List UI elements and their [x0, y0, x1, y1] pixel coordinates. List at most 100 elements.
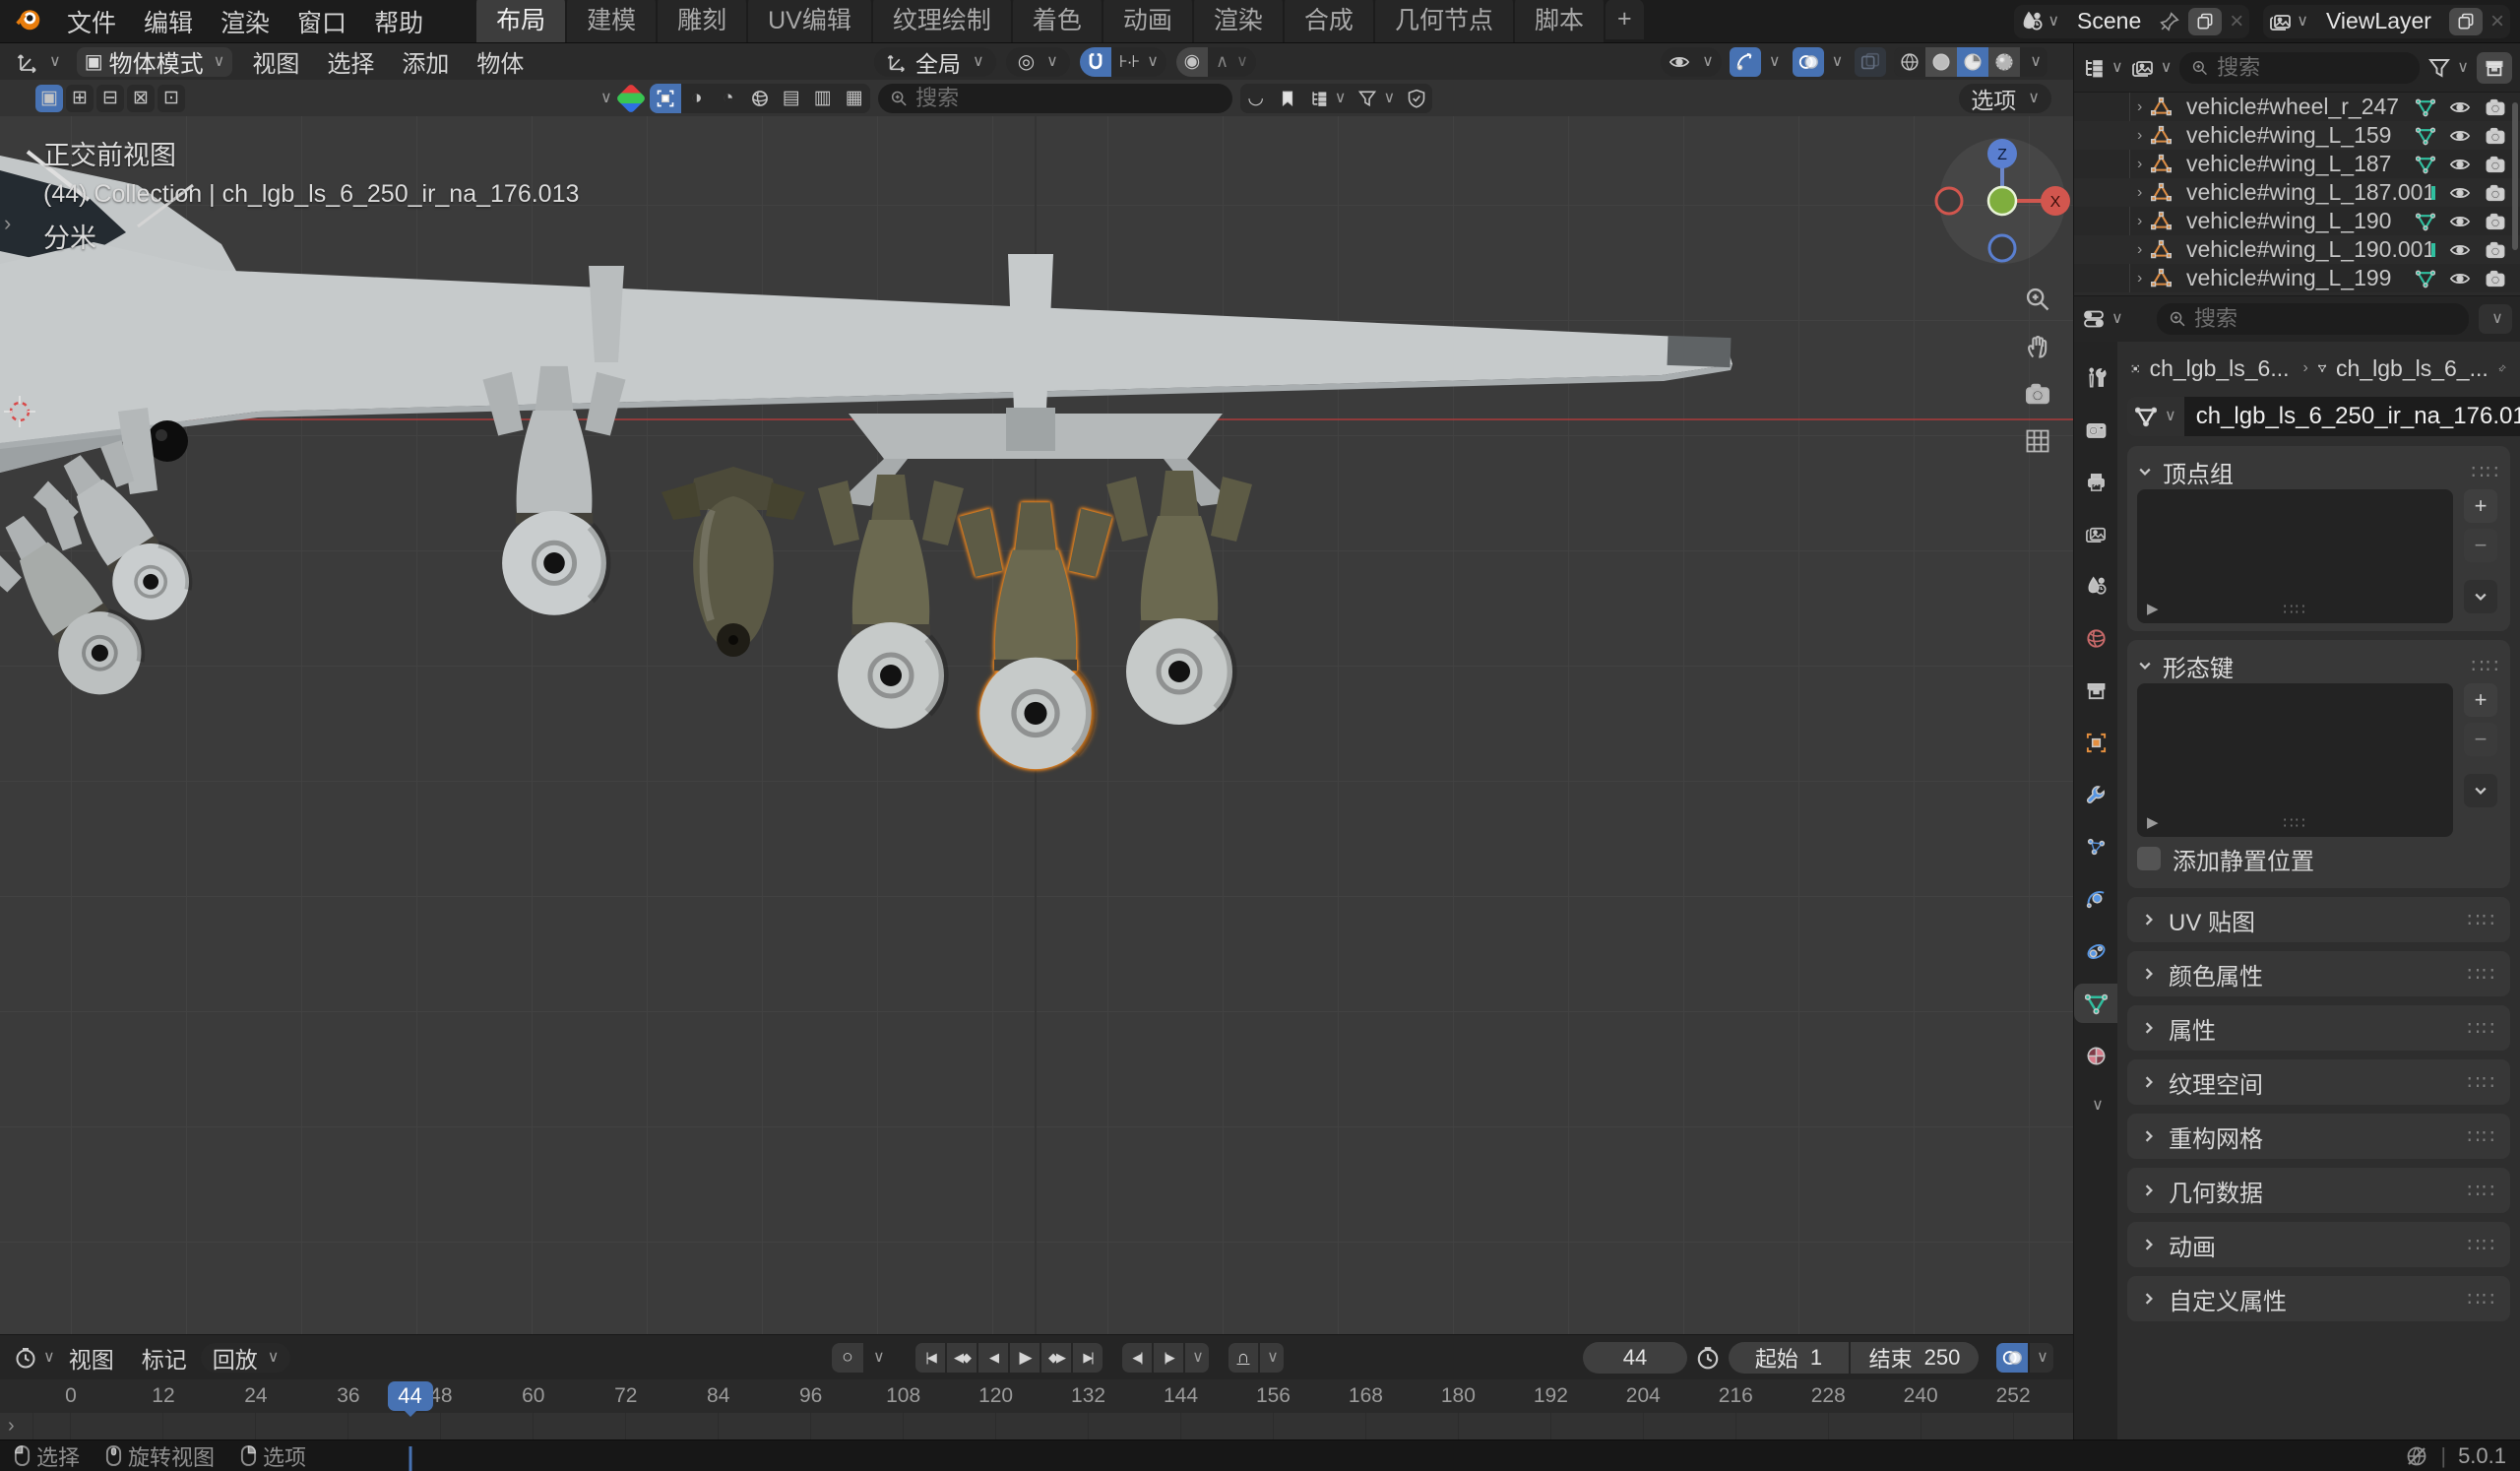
- timeline-track-area[interactable]: ›: [0, 1413, 2073, 1440]
- breadcrumb-object[interactable]: ch_lgb_ls_6...: [2150, 355, 2290, 382]
- datablock-type-dropdown[interactable]: ∨: [2127, 397, 2184, 436]
- panel-drag-dots[interactable]: ∷∷: [2468, 1124, 2496, 1149]
- outliner-scrollbar[interactable]: [2512, 102, 2518, 250]
- texture-slot-button-6[interactable]: ▥: [807, 84, 839, 113]
- hide-eye-icon[interactable]: [2449, 182, 2471, 204]
- jump-to-start-button[interactable]: |◀: [915, 1343, 945, 1373]
- snap-toggle[interactable]: [1080, 47, 1111, 77]
- gizmo-dropdown[interactable]: ∨: [1765, 54, 1785, 70]
- loop-playback-toggle[interactable]: ∩: [1228, 1343, 1258, 1373]
- overlays-dropdown[interactable]: ∨: [1828, 54, 1848, 70]
- render-camera-icon[interactable]: [2485, 154, 2506, 175]
- shape-keys-header[interactable]: 形态键 ∷∷: [2137, 648, 2500, 683]
- outliner-row[interactable]: › vehicle#wing_L_159: [2074, 121, 2520, 150]
- tab-shading[interactable]: 着色: [1013, 0, 1102, 42]
- frame-end-field[interactable]: 结束250: [1851, 1342, 1979, 1374]
- ortho-toggle-icon[interactable]: [2020, 423, 2055, 459]
- section-animation[interactable]: 动画∷∷: [2127, 1222, 2510, 1267]
- render-camera-icon[interactable]: [2485, 239, 2506, 261]
- scene-name[interactable]: Scene: [2067, 8, 2151, 34]
- render-camera-icon[interactable]: [2485, 125, 2506, 147]
- shading-solid-button[interactable]: [1925, 47, 1957, 77]
- tab-modifiers[interactable]: [2074, 775, 2117, 814]
- gizmo-x-label[interactable]: X: [2050, 194, 2061, 211]
- viewport-3d[interactable]: 正交前视图 (44) Collection | ch_lgb_ls_6_250_…: [0, 116, 2073, 1334]
- datablock-name-value[interactable]: ch_lgb_ls_6_250_ir_na_176.013: [2196, 403, 2520, 430]
- tab-compositing[interactable]: 合成: [1285, 0, 1373, 42]
- bookmark-button[interactable]: [1272, 84, 1303, 113]
- outliner-viewlayer-icon[interactable]: ∨: [2131, 56, 2173, 80]
- frame-start-field[interactable]: 起始1: [1729, 1342, 1849, 1374]
- hide-eye-icon[interactable]: [2449, 154, 2471, 175]
- tab-scene[interactable]: [2074, 566, 2117, 606]
- menu-window[interactable]: 窗口: [284, 4, 360, 39]
- shading-dropdown[interactable]: ∨: [2024, 54, 2048, 70]
- navigation-gizmo[interactable]: Z X: [1931, 130, 2073, 278]
- mode-selector[interactable]: ▣ 物体模式 ∨: [77, 47, 233, 77]
- tab-physics[interactable]: [2074, 879, 2117, 919]
- render-camera-icon[interactable]: [2485, 268, 2506, 289]
- current-frame-field[interactable]: 44: [1583, 1342, 1687, 1374]
- pan-tool-icon[interactable]: [2020, 329, 2055, 364]
- menu-select[interactable]: 选择: [313, 44, 388, 79]
- remove-vertex-group-button[interactable]: −: [2464, 529, 2497, 562]
- list-expand-arrow[interactable]: ▶: [2147, 600, 2159, 617]
- prev-keyframe-button[interactable]: ◀◆: [947, 1343, 976, 1373]
- outliner-row[interactable]: › vehicle#wing_L_190: [2074, 207, 2520, 235]
- menu-view[interactable]: 视图: [238, 44, 313, 79]
- select-mode-new-button[interactable]: ▣: [35, 85, 63, 112]
- scene-icon[interactable]: ∨: [2020, 10, 2059, 33]
- object-name[interactable]: vehicle#wing_L_190.001: [2186, 236, 2435, 263]
- gizmo-z-label[interactable]: Z: [1997, 147, 2007, 163]
- shading-wireframe-button[interactable]: [1894, 47, 1925, 77]
- editor-type-button[interactable]: ∨: [8, 47, 69, 77]
- xray-toggle[interactable]: [1855, 47, 1886, 77]
- frame-forward-button[interactable]: |▶: [1154, 1343, 1183, 1373]
- shading-rendered-button[interactable]: [1988, 47, 2020, 77]
- texture-slot-button-4[interactable]: [744, 84, 776, 113]
- section-custom-properties[interactable]: 自定义属性∷∷: [2127, 1276, 2510, 1321]
- section-color-attributes[interactable]: 颜色属性∷∷: [2127, 951, 2510, 996]
- tab-strip-overflow[interactable]: ∨: [2092, 1098, 2104, 1114]
- gizmo-toggle[interactable]: [1730, 47, 1761, 77]
- loop-dropdown[interactable]: ∨: [1260, 1343, 1284, 1373]
- sync-overlay-toggle[interactable]: [1996, 1343, 2028, 1373]
- pin-icon[interactable]: [2159, 11, 2180, 32]
- menu-object[interactable]: 物体: [463, 44, 537, 79]
- section-attributes[interactable]: 属性∷∷: [2127, 1005, 2510, 1051]
- object-name[interactable]: vehicle#wing_L_187.001: [2186, 179, 2435, 206]
- gizmo-y-ball[interactable]: [1988, 187, 2016, 215]
- gizmo-minus-x[interactable]: [1936, 188, 1962, 214]
- tab-render[interactable]: [2074, 410, 2117, 449]
- tab-texture-paint[interactable]: 纹理绘制: [873, 0, 1011, 42]
- hide-eye-icon[interactable]: [2449, 96, 2471, 118]
- hide-eye-icon[interactable]: [2449, 211, 2471, 232]
- outliner-row[interactable]: › vehicle#wheel_r_247: [2074, 93, 2520, 121]
- zoom-tool-icon[interactable]: [2020, 282, 2055, 317]
- snap-with-selector[interactable]: ⊦·⊦∨: [1111, 52, 1166, 72]
- channel-collapse-arrow[interactable]: ›: [8, 1415, 15, 1438]
- auto-keying-toggle[interactable]: ○: [832, 1343, 863, 1373]
- timeline-ruler[interactable]: 0122436486072849610812013214415616818019…: [0, 1379, 2073, 1413]
- menu-help[interactable]: 帮助: [360, 4, 437, 39]
- rest-position-checkbox[interactable]: [2137, 847, 2161, 870]
- selectability-visibility-dropdown[interactable]: ∨: [1661, 47, 1722, 77]
- play-reverse-button[interactable]: ◀: [978, 1343, 1008, 1373]
- filter-selector[interactable]: ∨: [1352, 89, 1401, 108]
- outliner-filter[interactable]: ∨: [2427, 56, 2469, 80]
- list-resize-dots[interactable]: ∷∷: [2283, 600, 2306, 619]
- object-name[interactable]: vehicle#wheel_r_247: [2186, 94, 2399, 120]
- camera-view-icon[interactable]: [2020, 376, 2055, 412]
- tab-scripting[interactable]: 脚本: [1515, 0, 1604, 42]
- stopwatch-icon[interactable]: [1695, 1345, 1721, 1371]
- timeline-editor-type[interactable]: ∨: [14, 1346, 55, 1370]
- jump-to-end-button[interactable]: ▶|: [1073, 1343, 1102, 1373]
- remove-shape-key-button[interactable]: −: [2464, 723, 2497, 756]
- render-camera-icon[interactable]: [2485, 96, 2506, 118]
- texture-slot-button-1[interactable]: [650, 84, 681, 113]
- curve-falloff-button[interactable]: ◡: [1240, 84, 1272, 113]
- vertex-groups-header[interactable]: 顶点组 ∷∷: [2137, 454, 2500, 489]
- network-offline-icon[interactable]: [2405, 1444, 2428, 1468]
- pin-icon[interactable]: [2498, 357, 2506, 379]
- breadcrumb-data[interactable]: ch_lgb_ls_6_...: [2336, 355, 2488, 382]
